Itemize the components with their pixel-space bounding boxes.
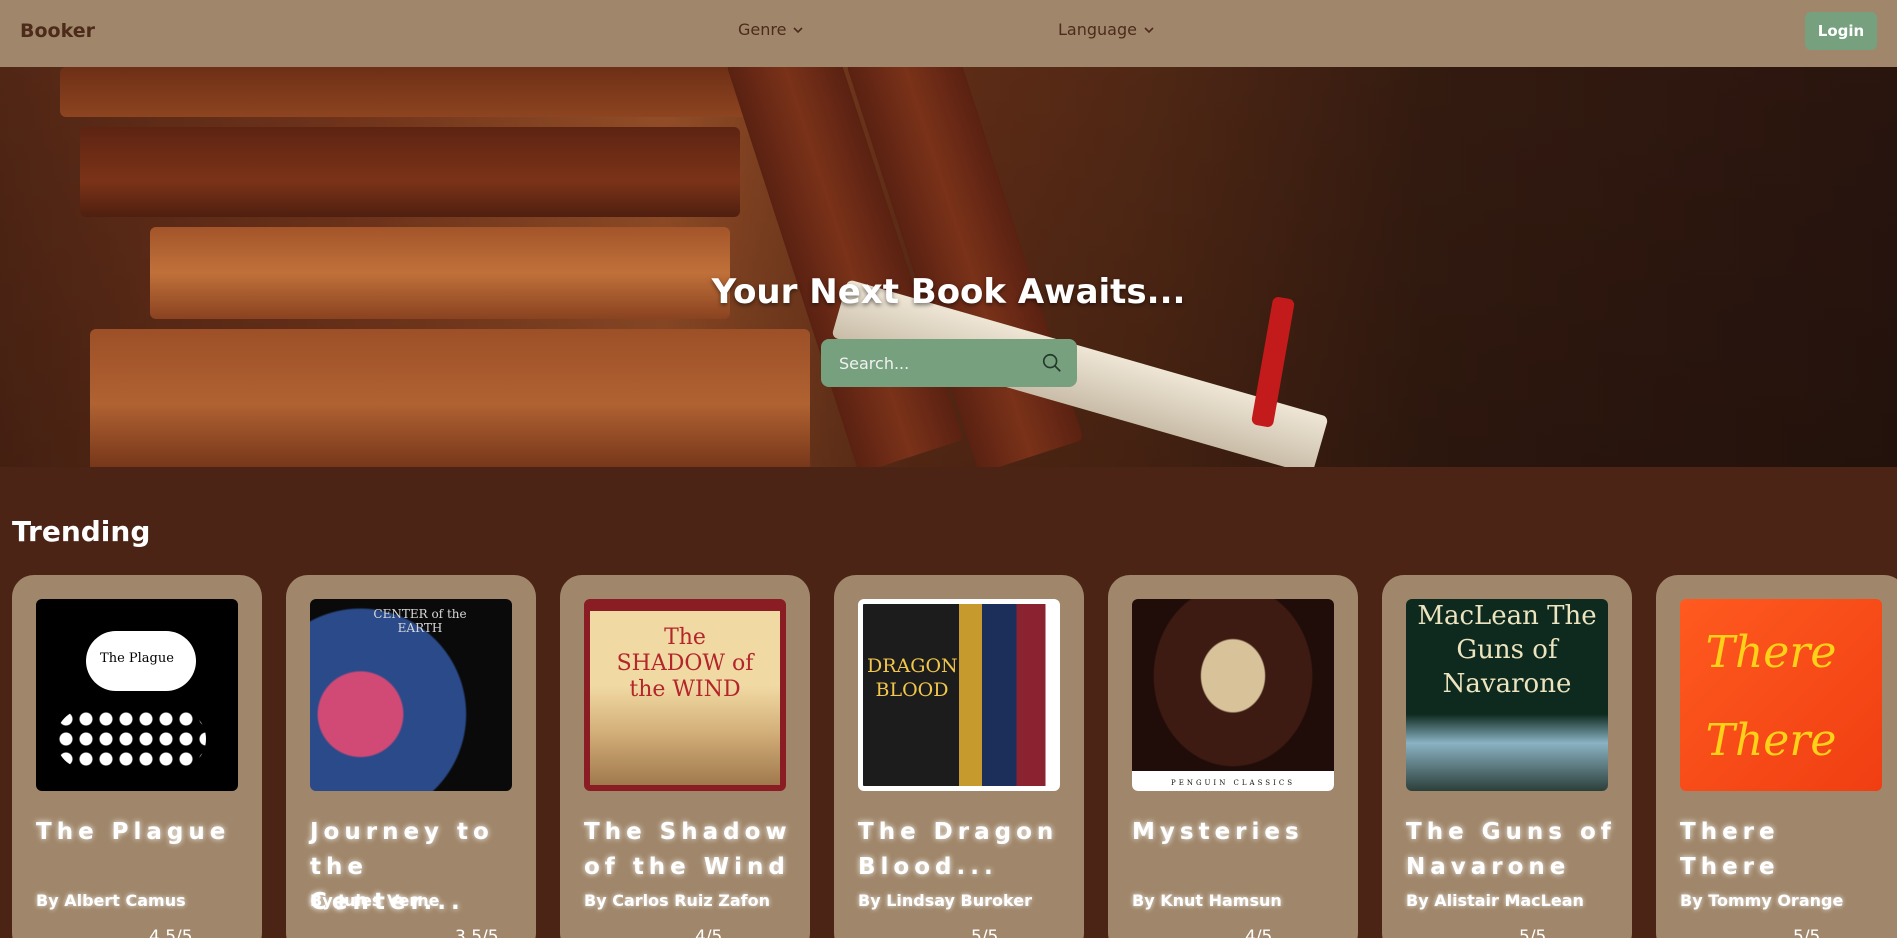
book-title[interactable]: There There <box>1680 815 1890 885</box>
book-cover[interactable]: PENGUIN CLASSICS <box>1132 599 1334 791</box>
book-rating: 5/5 <box>971 927 999 938</box>
trending-heading: Trending <box>12 515 151 548</box>
book-rating: 3.5/5 <box>455 927 499 938</box>
book-cover[interactable]: MacLean The Guns of Navarone <box>1406 599 1608 791</box>
book-cover[interactable]: The SHADOW of the WIND <box>584 599 786 791</box>
language-dropdown[interactable]: Language <box>1058 20 1155 39</box>
search-icon[interactable] <box>1041 352 1063 374</box>
book-cover-text: PENGUIN CLASSICS <box>1171 779 1295 787</box>
book-cover[interactable]: CENTER of the EARTH <box>310 599 512 791</box>
book-cover[interactable]: DRAGON BLOOD <box>858 599 1060 791</box>
genre-dropdown-label: Genre <box>738 20 787 39</box>
book-cover-text: The SHADOW of the WIND <box>616 625 754 702</box>
book-title[interactable]: The Dragon Blood... <box>858 815 1068 885</box>
book-cover-text: MacLean The Guns of Navarone <box>1417 601 1597 699</box>
language-dropdown-label: Language <box>1058 20 1137 39</box>
book-author: By Carlos Ruiz Zafon <box>584 891 771 910</box>
search-bar[interactable] <box>821 339 1077 387</box>
book-author: By Jules Verne <box>310 891 440 910</box>
book-rating: 4/5 <box>695 927 723 938</box>
book-author: By Albert Camus <box>36 891 186 910</box>
book-title[interactable]: The Guns of Navarone <box>1406 815 1616 885</box>
book-cover-text: CENTER of the EARTH <box>373 607 467 635</box>
login-button[interactable]: Login <box>1805 12 1877 50</box>
hero-banner: Your Next Book Awaits... <box>0 67 1897 467</box>
navbar: Booker Genre Language Login <box>0 0 1897 67</box>
book-cover-text: The Plague <box>100 651 174 666</box>
book-rating: 5/5 <box>1519 927 1547 938</box>
book-cover[interactable]: The Plague <box>36 599 238 791</box>
book-cover[interactable]: There There <box>1680 599 1882 791</box>
book-title[interactable]: The Plague <box>36 815 246 850</box>
book-title[interactable]: The Shadow of the Wind <box>584 815 794 885</box>
book-card[interactable]: PENGUIN CLASSICS Mysteries By Knut Hamsu… <box>1108 575 1358 938</box>
book-author: By Knut Hamsun <box>1132 891 1282 910</box>
book-rating: 4/5 <box>1245 927 1273 938</box>
book-rating: 4.5/5 <box>149 927 193 938</box>
book-author: By Alistair MacLean <box>1406 891 1584 910</box>
hero-book-decoration <box>80 127 740 217</box>
book-title[interactable]: Mysteries <box>1132 815 1342 850</box>
book-cover-text: There There <box>1705 627 1837 766</box>
hero-book-decoration <box>90 329 810 467</box>
chevron-down-icon <box>1144 26 1154 33</box>
book-card[interactable]: DRAGON BLOOD The Dragon Blood... By Lind… <box>834 575 1084 938</box>
book-card[interactable]: CENTER of the EARTH Journey to the Cente… <box>286 575 536 938</box>
genre-dropdown[interactable]: Genre <box>738 20 804 39</box>
book-rating: 5/5 <box>1793 927 1821 938</box>
book-author: By Lindsay Buroker <box>858 891 1032 910</box>
brand-logo[interactable]: Booker <box>20 20 95 42</box>
hero-book-decoration <box>60 67 760 117</box>
book-card[interactable]: There There There There By Tommy Orange … <box>1656 575 1897 938</box>
book-card[interactable]: MacLean The Guns of Navarone The Guns of… <box>1382 575 1632 938</box>
book-author: By Tommy Orange <box>1680 891 1844 910</box>
book-card[interactable]: The SHADOW of the WIND The Shadow of the… <box>560 575 810 938</box>
book-cover-text: DRAGON BLOOD <box>867 655 958 701</box>
hero-title: Your Next Book Awaits... <box>711 272 1186 312</box>
book-card[interactable]: The Plague The Plague By Albert Camus 4.… <box>12 575 262 938</box>
search-input[interactable] <box>839 353 1029 373</box>
chevron-down-icon <box>793 26 804 33</box>
trending-carousel: The Plague The Plague By Albert Camus 4.… <box>12 575 1897 938</box>
